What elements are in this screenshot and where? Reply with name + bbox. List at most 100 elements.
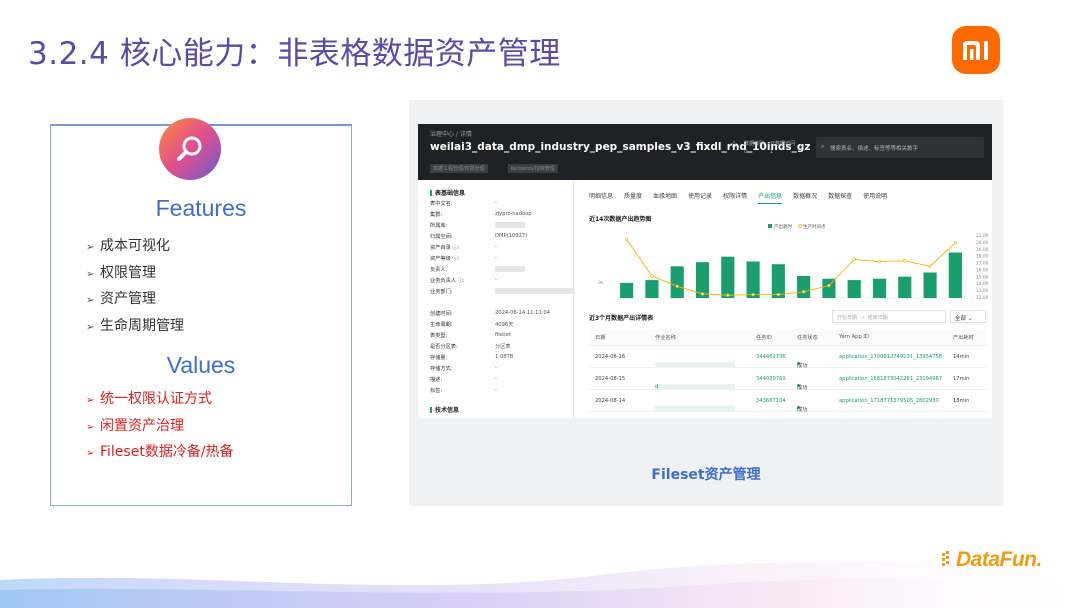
- bar: [620, 282, 634, 298]
- line-point: [726, 293, 730, 297]
- info-value: -: [495, 255, 497, 261]
- output-trend-chart: 产出耗时 生产时间点21.0020.0019.0018.0017.0016.001…: [598, 224, 989, 301]
- tab-0[interactable]: 明细信息: [589, 193, 613, 200]
- search-input[interactable]: ⌕ 搜索表名、描述、标签等等相关数字: [816, 137, 984, 158]
- date-cell: 2024-08-16: [595, 354, 626, 360]
- tab-6[interactable]: 数据概况: [793, 193, 817, 200]
- line-point: [928, 264, 932, 268]
- info-label: 资产目录 ⓘ:: [430, 245, 460, 251]
- app-id-link[interactable]: application_1718771379505_2802930: [839, 398, 939, 404]
- chevron-right-icon: ➢: [86, 421, 95, 433]
- y-tick-label: 0k: [598, 280, 604, 286]
- redacted-value: [495, 266, 525, 272]
- line-point: [751, 292, 755, 297]
- table-row: 2024-08-16 344462736 成功 application_1700812…: [589, 346, 987, 369]
- screenshot-panel: 治理中心 / 详情 weilai3_data_dmp_industry_pep_…: [409, 100, 1003, 506]
- redacted-value: [495, 222, 525, 228]
- info-field: 生命周期: 4096天: [430, 321, 513, 328]
- column-header: 作业名称: [655, 335, 676, 341]
- list-item-label: 生命周期管理: [100, 317, 184, 334]
- chevron-right-icon: ➢: [86, 395, 95, 406]
- line-point: [953, 241, 958, 245]
- table-header-row: 日期 作业名称 任务ID 任务状态 Yarn App ID 产出耗时: [589, 329, 987, 346]
- info-value: 1.08TB: [495, 354, 514, 360]
- values-heading: Values: [166, 352, 236, 378]
- tab-2[interactable]: 血缘地图: [653, 193, 677, 200]
- app-id-link[interactable]: application_1700812749231_13954758: [839, 354, 942, 360]
- y-tick-label: 12.00: [976, 295, 989, 301]
- line-point: [650, 274, 654, 278]
- duration-cell: 14min: [953, 354, 970, 360]
- tab-3[interactable]: 使用记录: [688, 193, 712, 200]
- bar: [797, 275, 811, 298]
- chevron-right-icon: ➢: [86, 268, 95, 280]
- bar: [645, 280, 659, 298]
- table-row: 2024-08-14 343667104 成功 application_1718771…: [589, 390, 987, 413]
- stat-meta-access: 元数据访问 1: [770, 141, 796, 155]
- info-value: 4096天: [495, 322, 514, 328]
- column-header: 产出耗时: [953, 335, 974, 341]
- detail-tabs: 明细信息 质量度 血缘地图 使用记录 权限详情 产出信息 数据概况 数据探查 使用说明: [589, 191, 898, 204]
- slide-title: 3.2.4 核心能力：非表格数据资产管理: [28, 36, 561, 72]
- info-label: 是否分区表:: [430, 344, 458, 350]
- y-tick-label: 15.00: [976, 274, 989, 280]
- tag-button[interactable]: 数据工程管理/权限管理: [430, 164, 488, 173]
- values-list: ➢ 统一权限认证方式 ➢ 闲置资产治理 ➢ Fileset数据冷备/热备: [86, 387, 234, 467]
- fileset-asset-screenshot: 治理中心 / 详情 weilai3_data_dmp_industry_pep_…: [418, 124, 992, 418]
- info-field: 表中文名: -: [430, 200, 497, 207]
- line-point: [877, 259, 882, 264]
- list-item-label: 统一权限认证方式: [100, 391, 212, 407]
- info-value: -: [495, 200, 497, 206]
- app-id-link[interactable]: application_1681873042291_23194987: [839, 376, 942, 382]
- table-title: 近3个月数据产出详情表: [589, 315, 654, 322]
- line-point: [776, 292, 781, 297]
- chevron-right-icon: ➢: [86, 448, 95, 459]
- task-id-link[interactable]: 344039760: [756, 376, 786, 382]
- capabilities-card: Features ➢ 成本可视化 ➢ 权限管理 ➢ 资产管理 ➢ 生命周期管理 Values …: [50, 118, 352, 506]
- bar: [670, 266, 684, 298]
- tab-8[interactable]: 使用说明: [863, 193, 887, 200]
- list-item: ➢ Fileset数据冷备/热备: [86, 440, 234, 467]
- tab-1[interactable]: 质量度: [624, 193, 642, 200]
- info-field: 表类型: fileset: [430, 332, 511, 339]
- bar: [898, 276, 912, 298]
- info-field: 所属库:: [430, 222, 525, 229]
- line-point: [801, 290, 806, 294]
- info-field: 描述: -: [430, 376, 497, 383]
- line-point: [903, 259, 907, 263]
- date-range-picker[interactable]: 开始日期 → 结束日期: [832, 310, 946, 323]
- list-item-label: 资产管理: [100, 291, 156, 307]
- info-field: 创建时间: 2024-06-14 11:11:04: [430, 310, 550, 317]
- info-field: 业务负责人 ⓘ: -: [430, 277, 497, 284]
- task-id-link[interactable]: 343667104: [756, 398, 786, 404]
- info-label: 描述:: [430, 377, 443, 383]
- task-id-link[interactable]: 344462736: [756, 354, 786, 360]
- star-icon[interactable]: ☆: [730, 140, 738, 150]
- y-tick-label: 17.00: [976, 261, 989, 267]
- line-point: [624, 237, 629, 242]
- tab-4[interactable]: 权限详情: [723, 193, 747, 200]
- info-label: 存储量:: [430, 355, 448, 361]
- breadcrumb[interactable]: 治理中心 / 详情: [430, 129, 472, 138]
- column-header: Yarn App ID: [839, 334, 869, 340]
- y-tick-label: 21.00: [976, 233, 989, 239]
- tab-7[interactable]: 数据探查: [828, 193, 852, 200]
- date-cell: 2024-08-14: [595, 398, 626, 404]
- status-label: 成功: [797, 407, 808, 413]
- redacted-value: [655, 406, 735, 412]
- info-value: -: [495, 365, 497, 371]
- info-field: 业务部门:: [430, 288, 575, 295]
- date-cell: 2024-08-15: [595, 376, 626, 382]
- info-label: 存储方式:: [430, 366, 453, 372]
- tag-button[interactable]: Kerberos/授权管理: [508, 164, 558, 173]
- chevron-right-icon: ➢: [86, 295, 95, 306]
- tab-5[interactable]: 产出信息: [758, 193, 783, 204]
- info-value: 分区表: [495, 344, 511, 350]
- column-header: 任务状态: [797, 335, 818, 341]
- status-select[interactable]: 全部 ⌄: [950, 310, 986, 323]
- list-item-label: 权限管理: [100, 264, 156, 281]
- chart-title: 近14次数据产出趋势图: [589, 216, 652, 223]
- column-header: 任务ID: [756, 335, 772, 341]
- line-point: [675, 284, 679, 288]
- list-item: ➢ 生命周期管理: [86, 314, 184, 341]
